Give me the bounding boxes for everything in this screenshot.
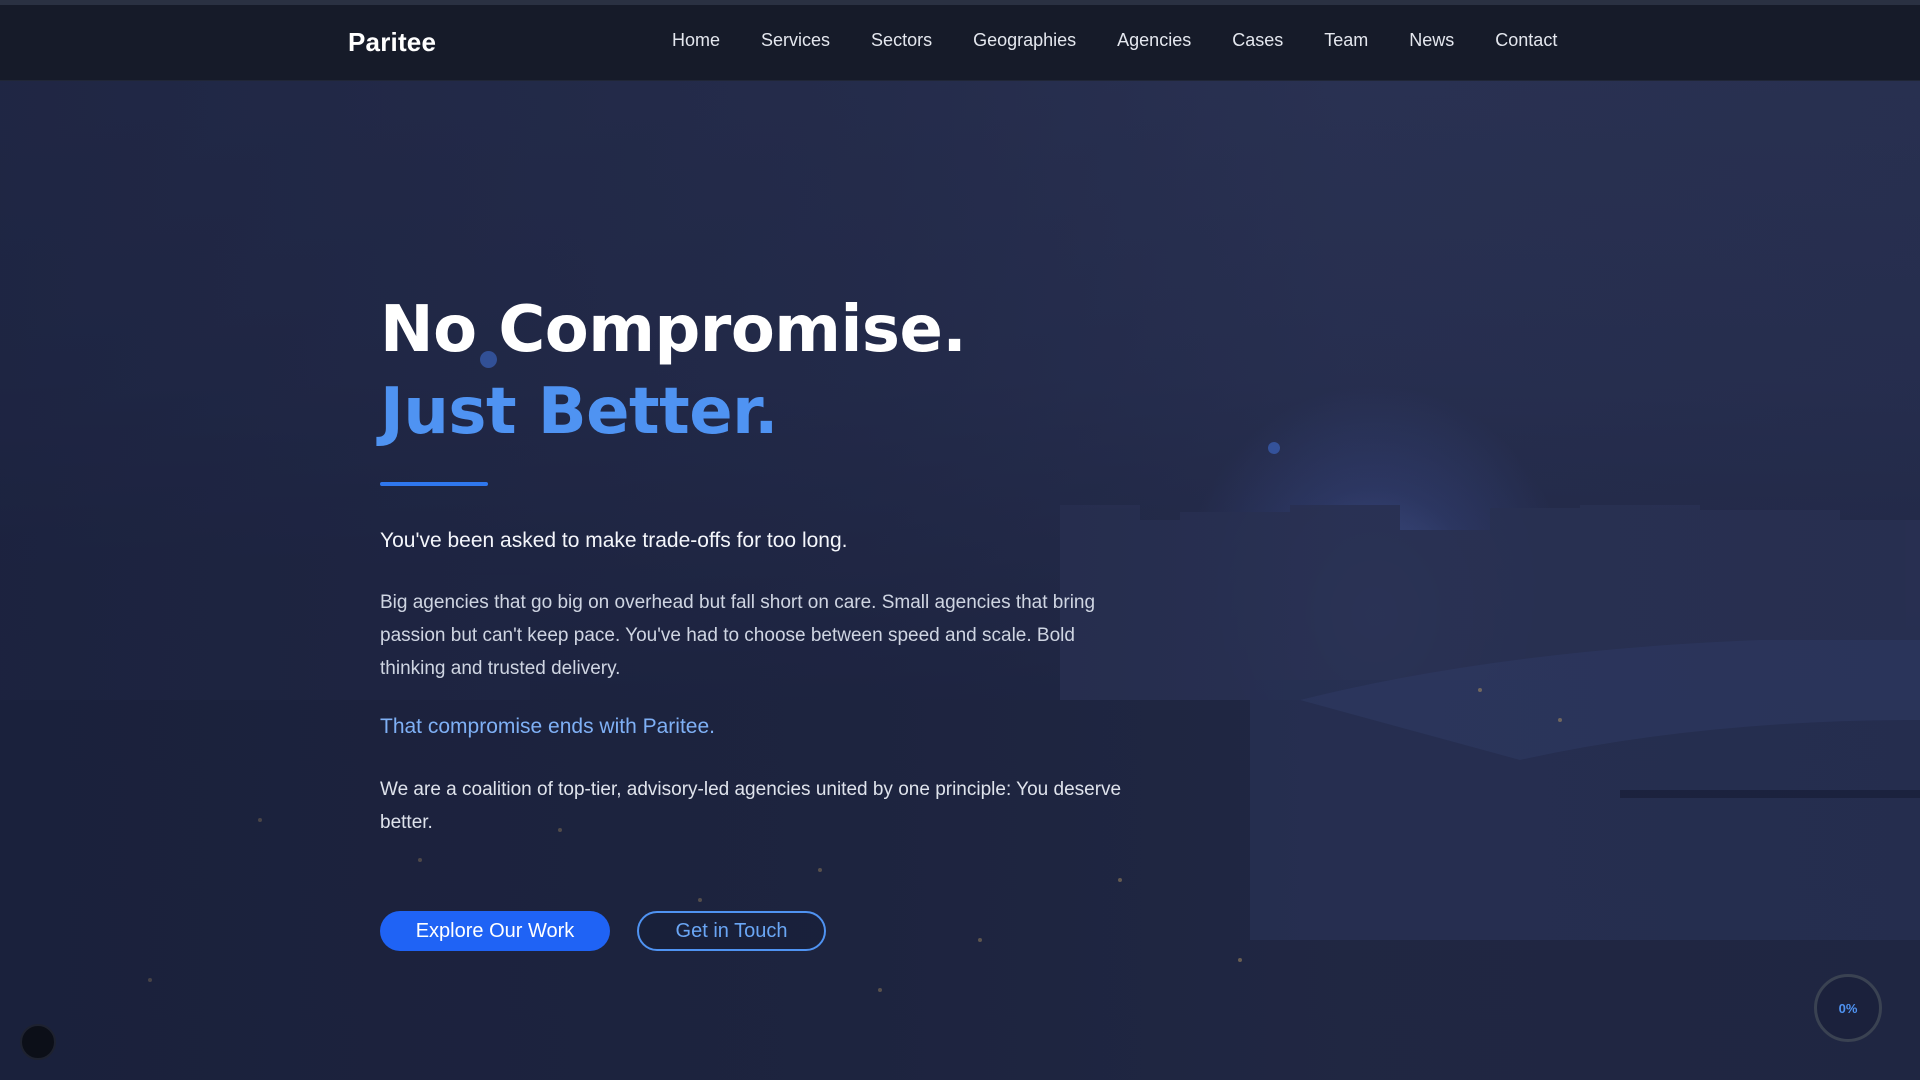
nav-item-home[interactable]: Home	[672, 30, 720, 51]
hero-title-line-1: No Compromise.	[380, 293, 967, 367]
nav-item-cases[interactable]: Cases	[1232, 30, 1283, 51]
nav-item-contact[interactable]: Contact	[1495, 30, 1557, 51]
nav-links: Home Services Sectors Geographies Agenci…	[672, 30, 1557, 51]
hero-highlight-text: That compromise ends with Paritee.	[380, 715, 715, 738]
hero-section: No Compromise. Just Better. You've been …	[380, 290, 1160, 839]
explore-our-work-button[interactable]: Explore Our Work	[380, 911, 610, 951]
brand-logo[interactable]: Paritee	[348, 27, 436, 58]
hero-cta-group: Explore Our Work Get in Touch	[380, 911, 826, 951]
hero-accent-divider	[380, 482, 488, 486]
floating-dot-decoration	[1268, 442, 1280, 454]
scroll-progress-indicator[interactable]: 0%	[1814, 974, 1882, 1042]
nav-item-team[interactable]: Team	[1324, 30, 1368, 51]
nav-item-sectors[interactable]: Sectors	[871, 30, 932, 51]
navbar: Paritee Home Services Sectors Geographie…	[0, 5, 1920, 81]
hero-lead-text: You've been asked to make trade-offs for…	[380, 529, 848, 552]
hero-body-text-2: We are a coalition of top-tier, advisory…	[380, 779, 1122, 833]
nav-item-services[interactable]: Services	[761, 30, 830, 51]
hero-body-text: Big agencies that go big on overhead but…	[380, 592, 1096, 679]
nav-item-agencies[interactable]: Agencies	[1117, 30, 1191, 51]
scroll-progress-label: 0%	[1838, 1000, 1858, 1016]
corner-widget-button[interactable]	[20, 1024, 56, 1060]
nav-item-geographies[interactable]: Geographies	[973, 30, 1076, 51]
get-in-touch-button[interactable]: Get in Touch	[637, 911, 826, 951]
hero-title-line-2: Just Better.	[380, 375, 778, 449]
nav-item-news[interactable]: News	[1409, 30, 1454, 51]
